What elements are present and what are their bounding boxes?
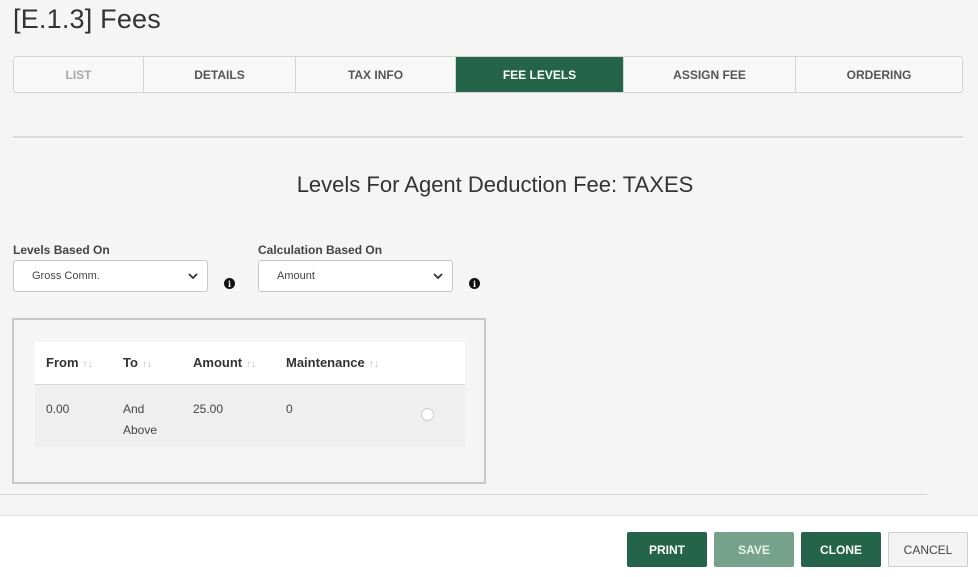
column-header-amount[interactable]: Amount ↑↓ xyxy=(193,355,256,370)
cell-to: And Above xyxy=(123,399,157,441)
column-header-maintenance[interactable]: Maintenance ↑↓ xyxy=(286,355,379,370)
row-select-radio[interactable] xyxy=(421,408,434,421)
cell-maintenance: 0 xyxy=(286,402,293,416)
tab-details[interactable]: DETAILS xyxy=(144,57,296,92)
info-icon[interactable]: i xyxy=(224,278,235,289)
column-header-to[interactable]: To ↑↓ xyxy=(123,355,152,370)
sort-icon[interactable]: ↑↓ xyxy=(369,359,379,370)
column-label: From xyxy=(46,355,79,370)
calculation-based-on-label: Calculation Based On xyxy=(258,243,383,257)
clone-button[interactable]: CLONE xyxy=(801,532,881,567)
cell-to-line2: Above xyxy=(123,423,158,437)
page-title: [E.1.3] Fees xyxy=(13,4,161,34)
tab-bar: LIST DETAILS TAX INFO FEE LEVELS ASSIGN … xyxy=(13,56,963,93)
fee-levels-table: From ↑↓ To ↑↓ Amount ↑↓ Maintenance ↑↓ 0.00 … xyxy=(12,318,486,484)
cancel-button[interactable]: CANCEL xyxy=(888,532,968,567)
sort-icon[interactable]: ↑↓ xyxy=(83,359,93,370)
calculation-based-on-value: Amount xyxy=(277,270,315,282)
levels-based-on-select[interactable]: Gross Comm. xyxy=(13,260,208,292)
save-button[interactable]: SAVE xyxy=(714,532,794,567)
table-row[interactable]: 0.00 And Above 25.00 0 xyxy=(35,385,465,447)
footer-bar: PRINT SAVE CLONE CANCEL xyxy=(0,515,978,577)
tab-ordering[interactable]: ORDERING xyxy=(796,57,962,92)
section-heading: Levels For Agent Deduction Fee: TAXES xyxy=(296,172,694,197)
levels-based-on-label: Levels Based On xyxy=(13,243,110,257)
column-label: Maintenance xyxy=(286,355,365,370)
column-label: To xyxy=(123,355,138,370)
chevron-down-icon xyxy=(433,273,443,280)
info-icon[interactable]: i xyxy=(469,278,480,289)
tab-list[interactable]: LIST xyxy=(14,57,144,92)
cell-to-line1: And xyxy=(123,402,145,416)
calculation-based-on-select[interactable]: Amount xyxy=(258,260,453,292)
divider xyxy=(0,494,927,495)
column-header-from[interactable]: From ↑↓ xyxy=(46,355,93,370)
sort-icon[interactable]: ↑↓ xyxy=(142,359,152,370)
tab-fee-levels[interactable]: FEE LEVELS xyxy=(456,57,624,92)
print-button[interactable]: PRINT xyxy=(627,532,707,567)
cell-amount: 25.00 xyxy=(193,402,224,416)
tab-tax-info[interactable]: TAX INFO xyxy=(296,57,456,92)
levels-based-on-value: Gross Comm. xyxy=(32,270,100,282)
cell-from: 0.00 xyxy=(46,402,70,416)
chevron-down-icon xyxy=(188,273,198,280)
table-header: From ↑↓ To ↑↓ Amount ↑↓ Maintenance ↑↓ xyxy=(35,342,465,385)
column-label: Amount xyxy=(193,355,243,370)
divider xyxy=(13,136,963,138)
tab-assign-fee[interactable]: ASSIGN FEE xyxy=(624,57,796,92)
sort-icon[interactable]: ↑↓ xyxy=(246,359,256,370)
